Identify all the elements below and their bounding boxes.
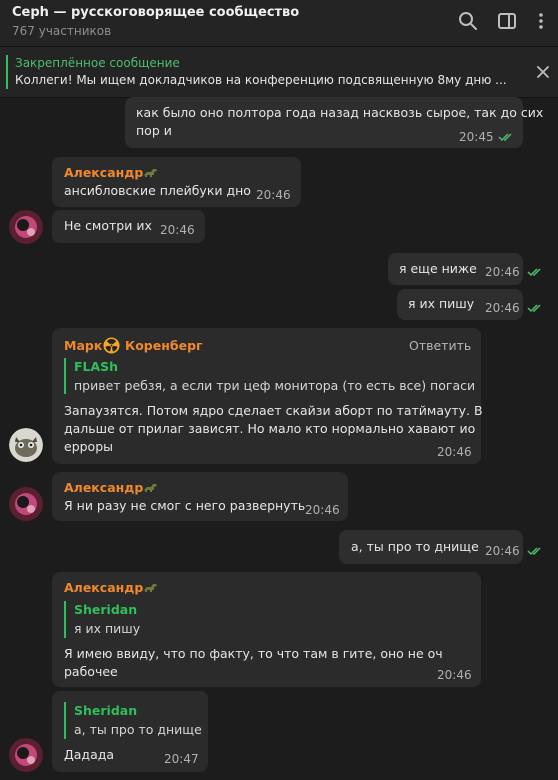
pinned-label: Закреплённое сообщение	[15, 56, 180, 70]
pinned-message[interactable]: Закреплённое сообщение Коллеги! Мы ищем …	[0, 46, 558, 98]
double-check-icon	[527, 268, 541, 277]
quoted-sender[interactable]: FLASh	[74, 359, 118, 374]
message-text: Не смотри их	[64, 218, 152, 233]
user-avatar[interactable]	[9, 738, 43, 772]
user-avatar[interactable]	[9, 487, 43, 521]
message-text: я их пишу	[408, 296, 475, 311]
incoming-message[interactable]: Александр Sheridan я их пишу Я имею ввид…	[52, 572, 481, 687]
double-check-icon	[527, 304, 541, 313]
user-avatar[interactable]	[9, 210, 43, 244]
quoted-text[interactable]: привет ребзя, а если три цеф монитора (т…	[74, 378, 474, 393]
pinned-text: Коллеги! Мы ищем докладчиков на конферен…	[15, 73, 507, 87]
outgoing-message[interactable]: я их пишу 20:46	[397, 289, 523, 320]
outgoing-message[interactable]: а, ты про то днище 20:46	[339, 530, 523, 564]
outgoing-message[interactable]: как было оно полтора года назад насквозь…	[125, 97, 543, 148]
message-text: ансибловские плейбуки дно	[64, 183, 251, 198]
message-text-line: Я имею ввиду, что по факту, то что там в…	[64, 646, 443, 661]
radioactive-emoji-icon	[103, 337, 120, 354]
incoming-message[interactable]: Александр ансибловские плейбуки дно 20:4…	[52, 157, 301, 207]
message-time: 20:46	[485, 544, 520, 558]
message-text-line: ерроры	[64, 439, 114, 454]
pinned-accent-bar	[6, 55, 8, 89]
message-time: 20:46	[305, 503, 340, 517]
message-time: 20:47	[164, 752, 199, 766]
message-time: 20:46	[160, 223, 195, 237]
message-time: 20:46	[437, 668, 472, 682]
dinosaur-emoji-icon	[143, 484, 157, 492]
message-text-line: дальше от прилаг зависят. Но мало кто но…	[64, 421, 476, 436]
reply-quote-bar	[64, 601, 66, 638]
member-count: 767 участников	[12, 24, 112, 38]
message-time: 20:46	[256, 188, 291, 202]
chat-header[interactable]: Ceph — русскоговорящее сообщество 767 уч…	[0, 0, 558, 46]
sender-name[interactable]: Александр	[64, 480, 143, 495]
sender-name-last[interactable]: Коренберг	[125, 338, 203, 353]
outgoing-message[interactable]: я еще ниже 20:46	[388, 253, 523, 285]
message-text: Дадада	[64, 747, 115, 762]
close-icon[interactable]	[535, 64, 551, 80]
double-check-icon	[498, 133, 512, 142]
double-check-icon	[527, 547, 541, 556]
message-text-line: как было оно полтора года назад насквозь…	[136, 105, 544, 120]
message-time: 20:46	[437, 445, 472, 459]
incoming-message[interactable]: Александр Я ни разу не смог с него разве…	[52, 472, 348, 521]
dinosaur-emoji-icon	[143, 169, 157, 177]
message-text: я еще ниже	[399, 261, 477, 276]
incoming-message[interactable]: Марк Коренберг Ответить FLASh привет реб…	[52, 328, 483, 464]
more-vertical-icon[interactable]	[530, 10, 552, 32]
reply-quote-bar	[64, 358, 66, 394]
message-time: 20:46	[485, 301, 520, 315]
search-icon[interactable]	[457, 10, 479, 32]
quoted-sender[interactable]: Sheridan	[74, 602, 137, 617]
sender-name[interactable]: Александр	[64, 165, 143, 180]
message-time: 20:46	[485, 265, 520, 279]
quoted-text[interactable]: а, ты про то днище	[74, 722, 204, 737]
message-text-line: рабочее	[64, 664, 118, 679]
reply-button[interactable]: Ответить	[409, 338, 471, 353]
user-avatar[interactable]	[9, 428, 43, 462]
sender-name[interactable]: Александр	[64, 580, 143, 595]
message-text: а, ты про то днище	[351, 539, 479, 554]
incoming-message[interactable]: Не смотри их 20:46	[52, 210, 205, 243]
message-text: Я ни разу не смог с него развернуть	[64, 498, 306, 513]
reply-quote-bar	[64, 702, 66, 739]
quoted-sender[interactable]: Sheridan	[74, 703, 137, 718]
sidebar-toggle-icon[interactable]	[496, 10, 518, 32]
quoted-text[interactable]: я их пишу	[74, 621, 374, 636]
message-text-line: пор и	[136, 123, 172, 138]
chat-title[interactable]: Ceph — русскоговорящее сообщество	[12, 5, 299, 20]
sender-name[interactable]: Марк	[64, 338, 102, 353]
message-text-line: Запаузятся. Потом ядро сделает скайзи аб…	[64, 403, 483, 418]
incoming-message[interactable]: Sheridan а, ты про то днище Дадада 20:47	[52, 691, 208, 772]
dinosaur-emoji-icon	[143, 584, 157, 592]
message-time: 20:45	[459, 130, 494, 144]
